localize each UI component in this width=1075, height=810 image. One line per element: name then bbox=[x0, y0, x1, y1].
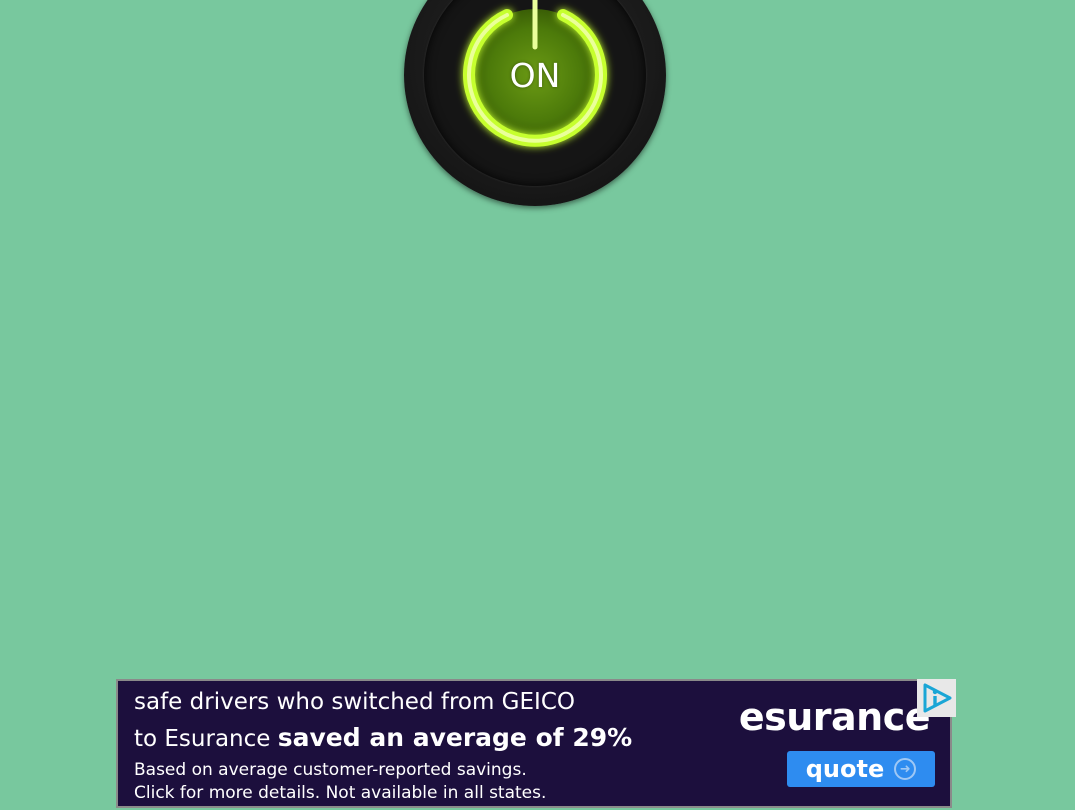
ad-banner[interactable]: safe drivers who switched from GEICO to … bbox=[116, 679, 952, 808]
ad-quote-button[interactable]: quote ➜ bbox=[787, 751, 935, 787]
adchoices-button[interactable] bbox=[917, 679, 956, 717]
ad-quote-label: quote bbox=[805, 755, 885, 783]
adchoices-icon bbox=[923, 683, 952, 713]
ad-headline-line2: to Esurance saved an average of 29% bbox=[134, 723, 632, 752]
ad-headline-highlight: saved an average of 29% bbox=[277, 723, 633, 752]
power-icon bbox=[463, 0, 607, 147]
ad-headline-prefix: to Esurance bbox=[134, 726, 278, 752]
power-button[interactable]: ON bbox=[404, 0, 666, 206]
ad-fineprint-line1: Based on average customer-reported savin… bbox=[134, 760, 527, 780]
ad-brand-logo: esurance bbox=[738, 695, 931, 739]
power-state-label: ON bbox=[509, 56, 561, 95]
arrow-right-circle-icon: ➜ bbox=[894, 758, 917, 780]
ad-headline-line1: safe drivers who switched from GEICO bbox=[134, 689, 575, 715]
ad-fineprint-line2: Click for more details. Not available in… bbox=[134, 783, 547, 803]
